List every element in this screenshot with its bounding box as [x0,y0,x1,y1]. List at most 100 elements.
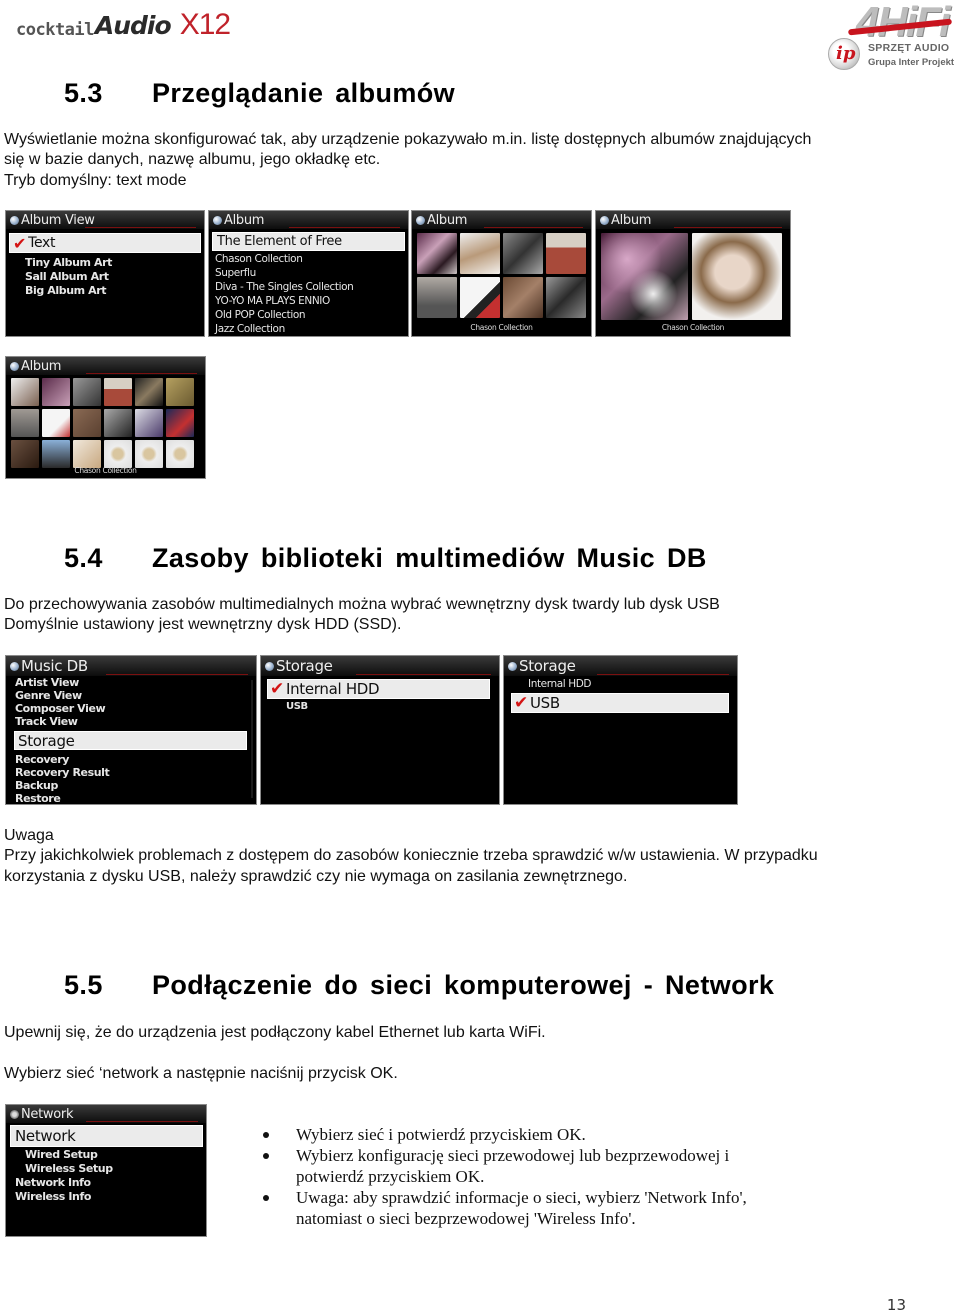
menu-item-selected[interactable]: The Element of Free [212,232,405,251]
logo-part-cocktail: cocktail [16,20,94,40]
album-cover[interactable] [11,409,39,437]
storage-option-selected[interactable]: ✔ Internal HDD [267,679,490,699]
album-cover[interactable] [417,233,457,274]
album-cover[interactable] [42,440,70,468]
menu-item[interactable]: Composer View [15,702,106,715]
screen-title: Storage [276,657,333,675]
menu-item-selected[interactable]: ✔ Text [9,233,201,253]
album-art-grid [601,233,782,320]
menu-item[interactable]: Wireless Info [15,1190,91,1203]
section-number: 5.4 [64,543,103,573]
screen-album-view: Album View ✔ Text Tiny Album Art Sall Al… [5,210,205,337]
disc-icon [213,215,222,225]
disc-icon [10,361,19,371]
album-cover[interactable] [692,233,782,320]
option-label: USB [529,694,560,712]
menu-item[interactable]: Artist View [15,676,79,689]
screen-album-big-art: Album Chason Collection [595,210,791,337]
screen-title-bar: Album View [6,211,204,229]
album-cover[interactable] [104,409,132,437]
menu-item[interactable]: Superflu [215,267,256,279]
album-cover[interactable] [503,233,543,274]
album-cover[interactable] [11,378,39,406]
album-cover[interactable] [503,277,543,318]
bullet-icon [263,1195,269,1201]
album-art-grid [417,233,586,318]
menu-item-label: Network [15,1127,76,1145]
logo-part-audio: Audio [94,11,172,40]
album-cover[interactable] [166,378,194,406]
screen-network: Network Network Wired Setup Wireless Set… [5,1104,207,1237]
note-heading: Uwaga [4,827,54,844]
section-number: 5.5 [64,970,103,1000]
album-cover[interactable] [166,409,194,437]
menu-item-label: Text [28,235,56,251]
album-cover[interactable] [73,378,101,406]
album-cover[interactable] [601,233,688,320]
album-cover[interactable] [104,440,132,468]
paragraph: Tryb domyślny: text mode [4,172,187,189]
screen-album-text-list: Album The Element of Free Chason Collect… [208,210,409,337]
bullet-icon [263,1153,269,1159]
album-cover[interactable] [460,277,500,318]
screen-title-bar: Music DB [6,656,256,676]
album-cover[interactable] [73,440,101,468]
album-cover[interactable] [460,233,500,274]
album-cover[interactable] [104,378,132,406]
menu-item-selected[interactable]: Network [10,1125,203,1147]
storage-option[interactable]: USB [286,701,308,712]
menu-item[interactable]: Genre View [15,689,82,702]
screen-title-bar: Album [6,357,205,375]
menu-item[interactable]: Recovery [15,753,69,766]
note-text: Przy jakichkolwiek problemach z dostępem… [4,847,818,864]
menu-item[interactable]: YO-YO MA PLAYS ENNIO [215,295,330,307]
disc-icon [10,661,19,671]
album-cover[interactable] [135,378,163,406]
album-cover[interactable] [135,440,163,468]
logo-badge-text: ip [836,43,856,64]
list-item: Wybierz sieć i potwierdź przyciskiem OK. [263,1124,747,1145]
album-cover[interactable] [42,378,70,406]
album-cover[interactable] [166,440,194,468]
paragraph: Domyślnie ustawiony jest wewnętrzny dysk… [4,616,402,633]
menu-item-selected[interactable]: Storage [14,731,247,750]
menu-sub-item[interactable]: Wireless Setup [25,1162,113,1175]
menu-item[interactable]: Jazz Collection [215,323,285,335]
album-cover[interactable] [546,277,586,318]
screen-title: Album View [21,212,95,228]
menu-item[interactable]: Sall Album Art [25,270,109,283]
scrollbar[interactable] [251,680,253,798]
menu-item[interactable]: Big Album Art [25,284,107,297]
instruction-list: Wybierz sieć i potwierdź przyciskiem OK.… [263,1124,747,1229]
album-caption: Chason Collection [470,323,533,332]
checkmark-icon: ✔ [13,233,27,253]
menu-item[interactable]: Backup [15,779,58,792]
section-title: Przeglądanie albumów [152,78,456,108]
logo-ip-badge-icon: ip [828,38,860,70]
section-heading-5-5: 5.5 Podłączenie do sieci komputerowej - … [64,970,944,1004]
menu-item[interactable]: Restore [15,792,61,804]
menu-sub-item[interactable]: Wired Setup [25,1148,98,1161]
menu-item[interactable]: Diva - The Singles Collection [215,281,354,293]
screen-music-db: Music DB Artist View Genre View Composer… [5,655,257,805]
menu-item[interactable]: Recovery Result [15,766,110,779]
logo-line2: Grupa Inter Projekt [868,57,955,68]
option-label: Internal HDD [285,680,380,698]
menu-item[interactable]: Tiny Album Art [25,256,112,269]
menu-item[interactable]: Chason Collection [215,253,303,265]
album-cover[interactable] [546,233,586,274]
menu-item[interactable]: Network Info [15,1176,91,1189]
screen-title-bar: Album [596,211,790,229]
album-cover[interactable] [42,409,70,437]
album-cover[interactable] [11,440,39,468]
4hifi-logo: 4HiFi ip SPRZĘT AUDIO Grupa Inter Projek… [826,0,958,72]
album-cover[interactable] [417,277,457,318]
disc-icon [10,215,19,225]
menu-item[interactable]: Track View [15,715,78,728]
album-cover[interactable] [135,409,163,437]
storage-option[interactable]: Internal HDD [528,678,591,690]
album-cover[interactable] [73,409,101,437]
menu-item[interactable]: Old POP Collection [215,309,306,321]
screen-title: Album [21,358,62,374]
storage-option-selected[interactable]: ✔ USB [511,693,729,713]
